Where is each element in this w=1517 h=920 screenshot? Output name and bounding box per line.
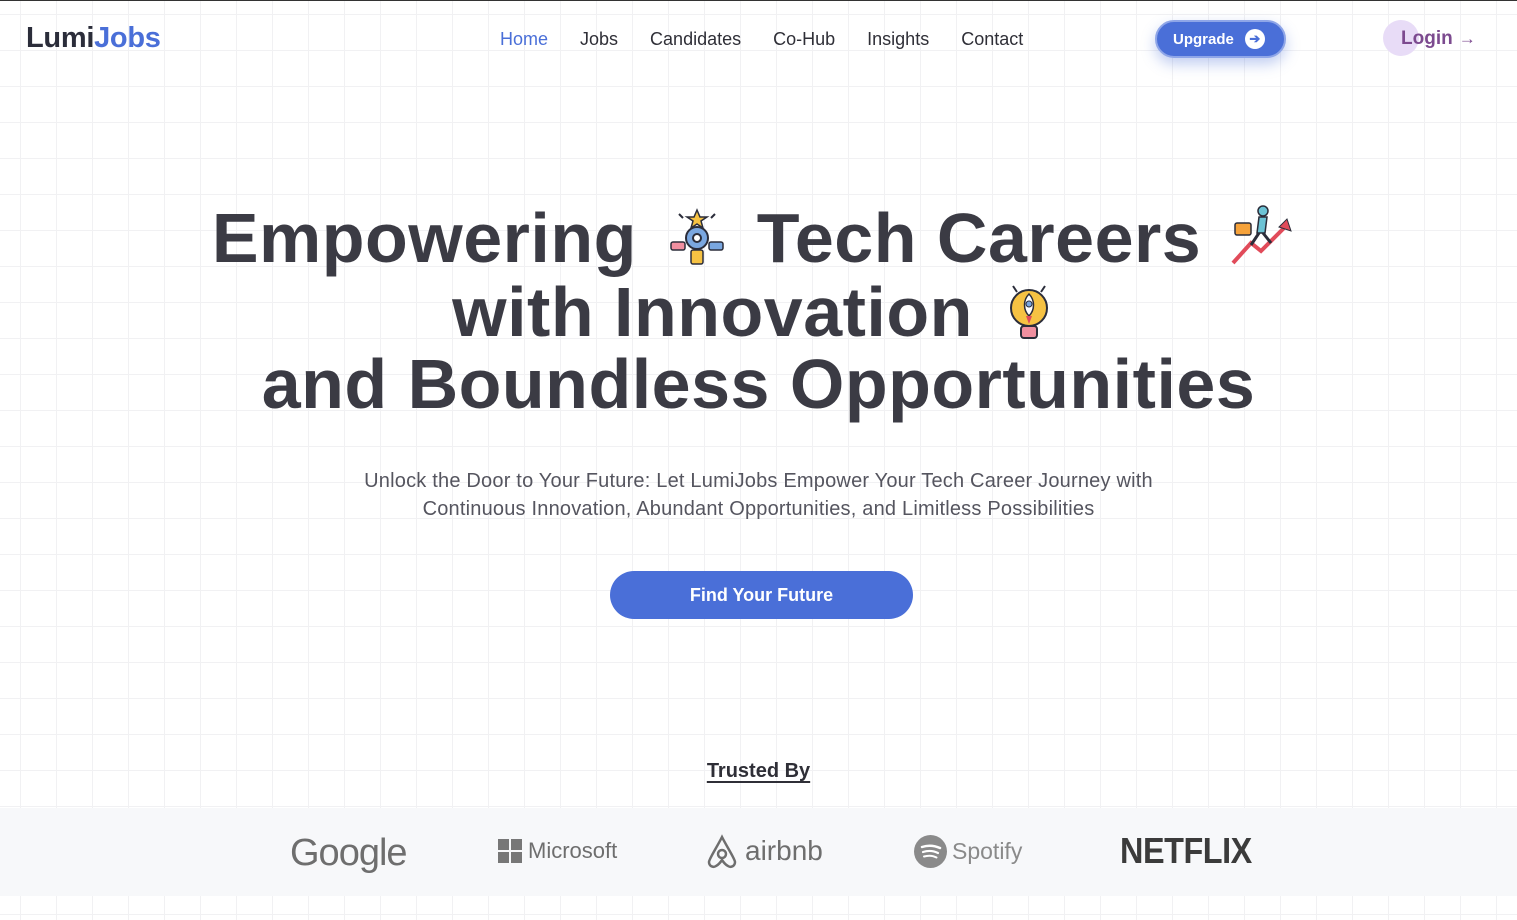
login-button[interactable]: Login → <box>1401 28 1476 50</box>
hero-words-tech-careers: Tech Careers <box>756 199 1202 277</box>
airbnb-belo-icon <box>707 834 737 869</box>
microsoft-logo: Microsoft <box>498 838 617 864</box>
upgrade-button[interactable]: Upgrade ➔ <box>1155 20 1286 58</box>
brand-part-jobs: Jobs <box>94 22 161 54</box>
nav-insights[interactable]: Insights <box>867 29 929 50</box>
nav-contact[interactable]: Contact <box>961 29 1023 50</box>
nav-candidates[interactable]: Candidates <box>650 29 741 50</box>
brand-part-lumi: Lumi <box>26 22 95 54</box>
top-border <box>0 0 1517 1</box>
hero-heading-line-3: and Boundless Opportunities <box>261 345 1256 423</box>
netflix-logo: NETFLIX <box>1120 830 1252 871</box>
hero-word-empowering: Empowering <box>211 199 637 277</box>
upgrade-label: Upgrade <box>1173 30 1234 48</box>
hero-subtitle-line-1: Unlock the Door to Your Future: Let Lumi… <box>364 470 1153 492</box>
nav-jobs[interactable]: Jobs <box>580 29 618 50</box>
spotify-logo: Spotify <box>914 835 1022 868</box>
microsoft-squares-icon <box>498 839 522 863</box>
login-label: Login <box>1401 28 1453 49</box>
arrow-right-icon: → <box>1458 29 1476 48</box>
find-your-future-button[interactable]: Find Your Future <box>610 571 913 619</box>
arrow-right-circle-icon: ➔ <box>1244 29 1265 49</box>
hero-words-with-innovation: with Innovation <box>452 273 973 351</box>
brand-logo[interactable]: LumiJobs <box>26 22 161 55</box>
trusted-by-heading: Trusted By <box>706 760 811 782</box>
airbnb-logo: airbnb <box>705 833 823 869</box>
google-logo: Google <box>290 832 408 874</box>
spotify-disc-icon <box>914 835 947 868</box>
hero-subtitle-line-2: Continuous Innovation, Abundant Opportun… <box>422 498 1095 520</box>
main-nav: Home Jobs Candidates Co-Hub Insights Con… <box>500 29 1055 50</box>
nav-home[interactable]: Home <box>500 29 548 50</box>
nav-co-hub[interactable]: Co-Hub <box>773 29 835 50</box>
